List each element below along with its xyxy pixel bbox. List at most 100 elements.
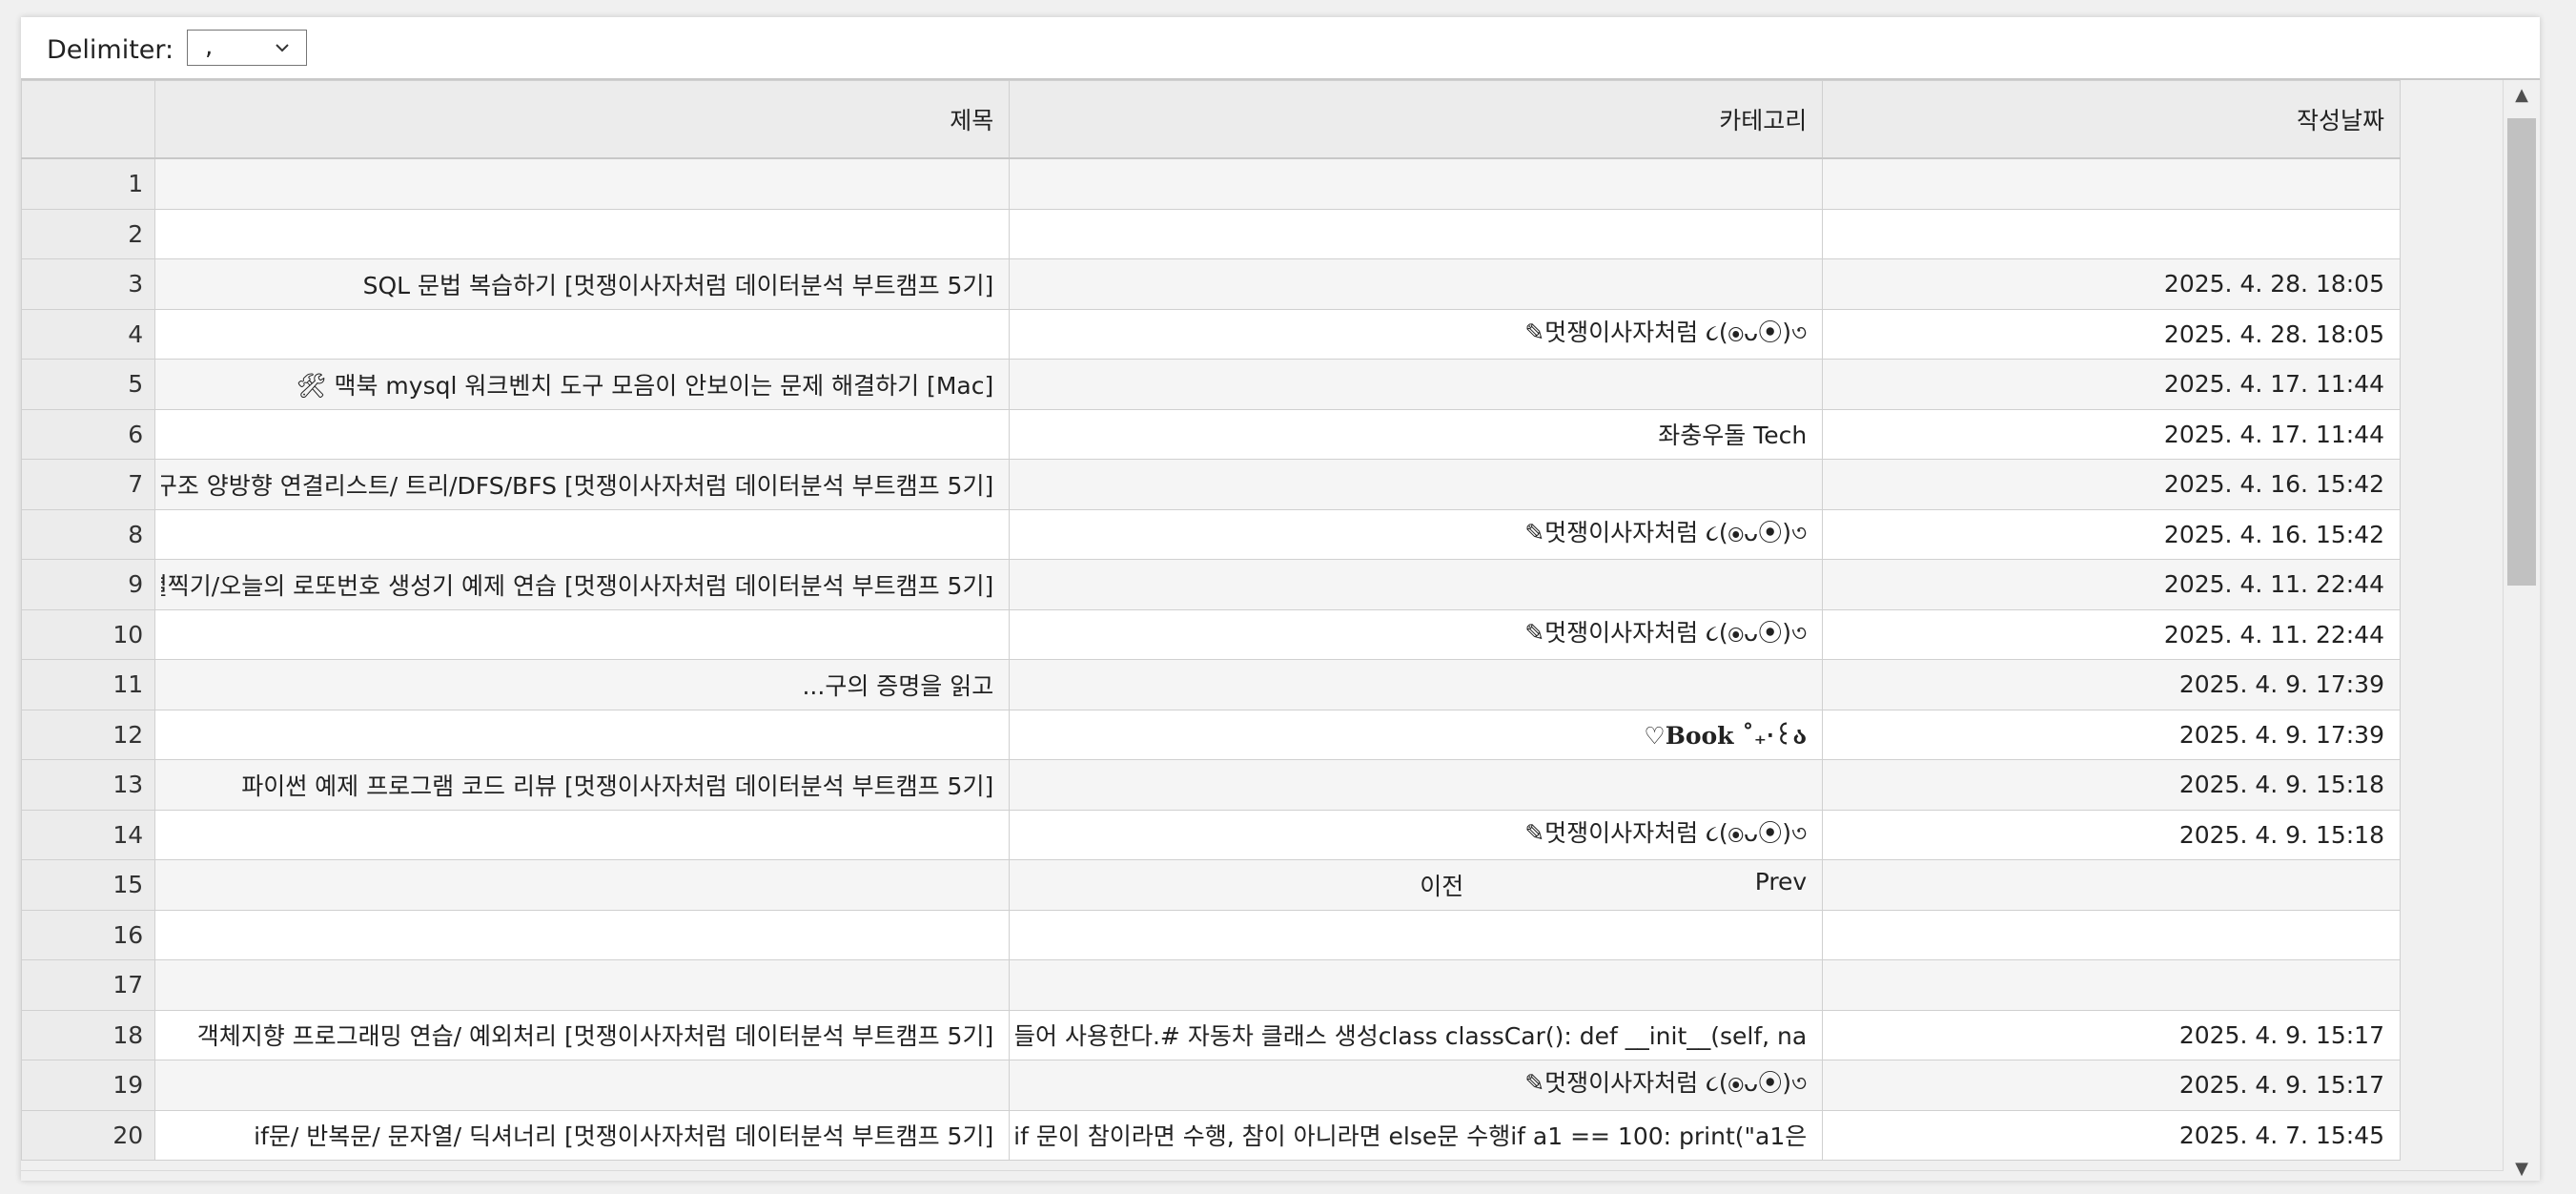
row-number[interactable]: 19 bbox=[21, 1060, 156, 1111]
cell-title[interactable] bbox=[154, 508, 1011, 560]
row-number[interactable]: 14 bbox=[21, 809, 156, 860]
row-number[interactable]: 17 bbox=[21, 959, 156, 1011]
table-row[interactable]: 7[멋쟁이사자처럼 데이터분석 부트캠프 5기] 자료구조 양방향 연결리스트/… bbox=[21, 459, 2401, 510]
cell-category[interactable]: 멋쟁이사자처럼 ૮(⦿ᴗ⦿)৩✎ bbox=[1009, 809, 1824, 860]
cell-date[interactable]: 2025. 4. 9. 15:18 bbox=[1822, 809, 2401, 860]
cell-title[interactable] bbox=[154, 408, 1011, 460]
cell-category[interactable]: se : if 문이 참이라면 수행, 참이 아니라면 else문 수행if a… bbox=[1009, 1109, 1824, 1161]
cell-title[interactable] bbox=[154, 608, 1011, 660]
table-row[interactable]: 3 [멋쟁이사자처럼 데이터분석 부트캠프 5기] SQL 문법 복습하기 2025… bbox=[21, 258, 2401, 310]
row-number[interactable]: 4 bbox=[21, 308, 156, 360]
cell-category[interactable] bbox=[1009, 959, 1824, 1011]
cell-title[interactable] bbox=[154, 1060, 1011, 1111]
cell-title[interactable]: [멋쟁이사자처럼 데이터분석 부트캠프 5기] SQL 문법 복습하기 bbox=[154, 258, 1011, 310]
cell-title[interactable]: [Mac] 맥북 mysql 워크벤치 도구 모음이 안보이는 문제 해결하기 … bbox=[154, 359, 1011, 410]
cell-title[interactable]: [멋쟁이사자처럼 데이터분석 부트캠프 5기] 객체지향 프로그래밍 연습/ 예… bbox=[154, 1009, 1011, 1060]
cell-category[interactable] bbox=[1009, 759, 1824, 811]
row-number[interactable]: 2 bbox=[21, 208, 156, 259]
table-row[interactable]: 13 [멋쟁이사자처럼 데이터분석 부트캠프 5기] 파이썬 예제 프로그램 코드… bbox=[21, 759, 2401, 811]
row-number[interactable]: 6 bbox=[21, 408, 156, 460]
cell-date[interactable]: 2025. 4. 16. 15:42 bbox=[1822, 508, 2401, 560]
cell-date[interactable]: 2025. 4. 17. 11:44 bbox=[1822, 408, 2401, 460]
cell-category[interactable] bbox=[1009, 359, 1824, 410]
cell-date[interactable]: 2025. 4. 9. 17:39 bbox=[1822, 659, 2401, 710]
row-number[interactable]: 15 bbox=[21, 859, 156, 911]
cell-category[interactable] bbox=[1009, 157, 1824, 210]
cell-category[interactable]: 멋쟁이사자처럼 ૮(⦿ᴗ⦿)৩✎ bbox=[1009, 308, 1824, 360]
row-number[interactable]: 10 bbox=[21, 608, 156, 660]
cell-title[interactable]: 구의 증명을 읽고... bbox=[154, 659, 1011, 710]
cell-date[interactable] bbox=[1822, 959, 2401, 1011]
table-row[interactable]: 9[멋쟁이사자처럼 데이터분석 부트캠프 5기] 파이썬 별찍기/오늘의 로또번… bbox=[21, 559, 2401, 610]
table-row[interactable]: 11 구의 증명을 읽고... 2025. 4. 9. 17:39 bbox=[21, 659, 2401, 710]
cell-category[interactable]: 이전 Prev bbox=[1009, 859, 1824, 911]
table-row[interactable]: 6 좌충우돌 Tech 2025. 4. 17. 11:44 bbox=[21, 408, 2401, 460]
row-number[interactable]: 20 bbox=[21, 1109, 156, 1161]
cell-title[interactable] bbox=[154, 909, 1011, 960]
vertical-scrollbar[interactable]: ▲ ▼ bbox=[2503, 80, 2540, 1181]
row-number[interactable]: 13 bbox=[21, 759, 156, 811]
column-header-date[interactable]: 작성날짜 bbox=[1822, 80, 2401, 159]
table-row[interactable]: 4 멋쟁이사자처럼 ૮(⦿ᴗ⦿)৩✎ 2025. 4. 28. 18:05 bbox=[21, 308, 2401, 360]
cell-date[interactable]: 2025. 4. 9. 15:17 bbox=[1822, 1060, 2401, 1111]
cell-date[interactable]: 2025. 4. 16. 15:42 bbox=[1822, 459, 2401, 510]
cell-title[interactable]: [멋쟁이사자처럼 데이터분석 부트캠프 5기] 파이썬 예제 프로그램 코드 리… bbox=[154, 759, 1011, 811]
cell-date[interactable]: 2025. 4. 9. 15:17 bbox=[1822, 1009, 2401, 1060]
cell-title[interactable] bbox=[154, 208, 1011, 259]
cell-category[interactable] bbox=[1009, 909, 1824, 960]
table-row[interactable]: 15 이전 Prev bbox=[21, 859, 2401, 911]
row-number[interactable]: 8 bbox=[21, 508, 156, 560]
cell-date[interactable]: 2025. 4. 9. 15:18 bbox=[1822, 759, 2401, 811]
scrollbar-thumb[interactable] bbox=[2507, 118, 2536, 586]
cell-title[interactable] bbox=[154, 308, 1011, 360]
table-row[interactable]: 14 멋쟁이사자처럼 ૮(⦿ᴗ⦿)৩✎ 2025. 4. 9. 15:18 bbox=[21, 809, 2401, 860]
corner-header[interactable] bbox=[21, 80, 156, 159]
table-row[interactable]: 18 [멋쟁이사자처럼 데이터분석 부트캠프 5기] 객체지향 프로그래밍 연습/… bbox=[21, 1009, 2401, 1060]
table-row[interactable]: 19 멋쟁이사자처럼 ૮(⦿ᴗ⦿)৩✎ 2025. 4. 9. 15:17 bbox=[21, 1060, 2401, 1111]
cell-title[interactable] bbox=[154, 709, 1011, 760]
horizontal-scrollbar[interactable] bbox=[21, 1170, 2504, 1181]
table-row[interactable]: 12 Book ˚₊‧꒰ა♡ 2025. 4. 9. 17:39 bbox=[21, 709, 2401, 760]
cell-category[interactable]: 멋쟁이사자처럼 ૮(⦿ᴗ⦿)৩✎ bbox=[1009, 1060, 1824, 1111]
cell-date[interactable]: 2025. 4. 9. 17:39 bbox=[1822, 709, 2401, 760]
cell-date[interactable]: 2025. 4. 28. 18:05 bbox=[1822, 308, 2401, 360]
cell-title[interactable] bbox=[154, 809, 1011, 860]
table-row[interactable]: 16 bbox=[21, 909, 2401, 960]
cell-title[interactable]: [멋쟁이사자처럼 데이터분석 부트캠프 5기] 자료구조 양방향 연결리스트/ … bbox=[154, 459, 1011, 510]
row-number[interactable]: 5 bbox=[21, 359, 156, 410]
cell-title[interactable]: [멋쟁이사자처럼 데이터분석 부트캠프 5기] if문/ 반복문/ 문자열/ 딕… bbox=[154, 1109, 1011, 1161]
cell-title[interactable] bbox=[154, 859, 1011, 911]
delimiter-select[interactable]: , bbox=[187, 30, 307, 66]
table-row[interactable]: 1 bbox=[21, 157, 2401, 210]
table-row[interactable]: 5 [Mac] 맥북 mysql 워크벤치 도구 모음이 안보이는 문제 해결하기… bbox=[21, 359, 2401, 410]
cell-date[interactable]: 2025. 4. 11. 22:44 bbox=[1822, 608, 2401, 660]
row-number[interactable]: 11 bbox=[21, 659, 156, 710]
table-row[interactable]: 20 [멋쟁이사자처럼 데이터분석 부트캠프 5기] if문/ 반복문/ 문자열/… bbox=[21, 1109, 2401, 1161]
column-header-category[interactable]: 카테고리 bbox=[1009, 80, 1824, 159]
cell-category[interactable] bbox=[1009, 459, 1824, 510]
cell-category[interactable]: 를 만들어 사용한다.# 자동차 클래스 생성class classCar():… bbox=[1009, 1009, 1824, 1060]
row-number[interactable]: 18 bbox=[21, 1009, 156, 1060]
cell-category[interactable] bbox=[1009, 659, 1824, 710]
cell-date[interactable]: 2025. 4. 11. 22:44 bbox=[1822, 559, 2401, 610]
row-number[interactable]: 16 bbox=[21, 909, 156, 960]
row-number[interactable]: 12 bbox=[21, 709, 156, 760]
row-number[interactable]: 9 bbox=[21, 559, 156, 610]
cell-title[interactable] bbox=[154, 157, 1011, 210]
table-row[interactable]: 17 bbox=[21, 959, 2401, 1011]
cell-category[interactable]: 멋쟁이사자처럼 ૮(⦿ᴗ⦿)৩✎ bbox=[1009, 508, 1824, 560]
cell-title[interactable]: [멋쟁이사자처럼 데이터분석 부트캠프 5기] 파이썬 별찍기/오늘의 로또번호… bbox=[154, 559, 1011, 610]
row-number[interactable]: 1 bbox=[21, 157, 156, 210]
cell-date[interactable] bbox=[1822, 859, 2401, 911]
data-grid[interactable]: 제목 카테고리 작성날짜 1 2 3 [멋쟁이사자처럼 데이터분석 부트캠프 5기] … bbox=[21, 78, 2540, 1181]
cell-date[interactable] bbox=[1822, 208, 2401, 259]
column-header-title[interactable]: 제목 bbox=[154, 80, 1011, 159]
row-number[interactable]: 7 bbox=[21, 459, 156, 510]
cell-date[interactable] bbox=[1822, 157, 2401, 210]
scroll-up-icon[interactable]: ▲ bbox=[2504, 80, 2540, 109]
cell-category[interactable]: Book ˚₊‧꒰ა♡ bbox=[1009, 709, 1824, 760]
table-row[interactable]: 2 bbox=[21, 208, 2401, 259]
cell-category[interactable] bbox=[1009, 258, 1824, 310]
cell-date[interactable] bbox=[1822, 909, 2401, 960]
cell-category[interactable]: 멋쟁이사자처럼 ૮(⦿ᴗ⦿)৩✎ bbox=[1009, 608, 1824, 660]
